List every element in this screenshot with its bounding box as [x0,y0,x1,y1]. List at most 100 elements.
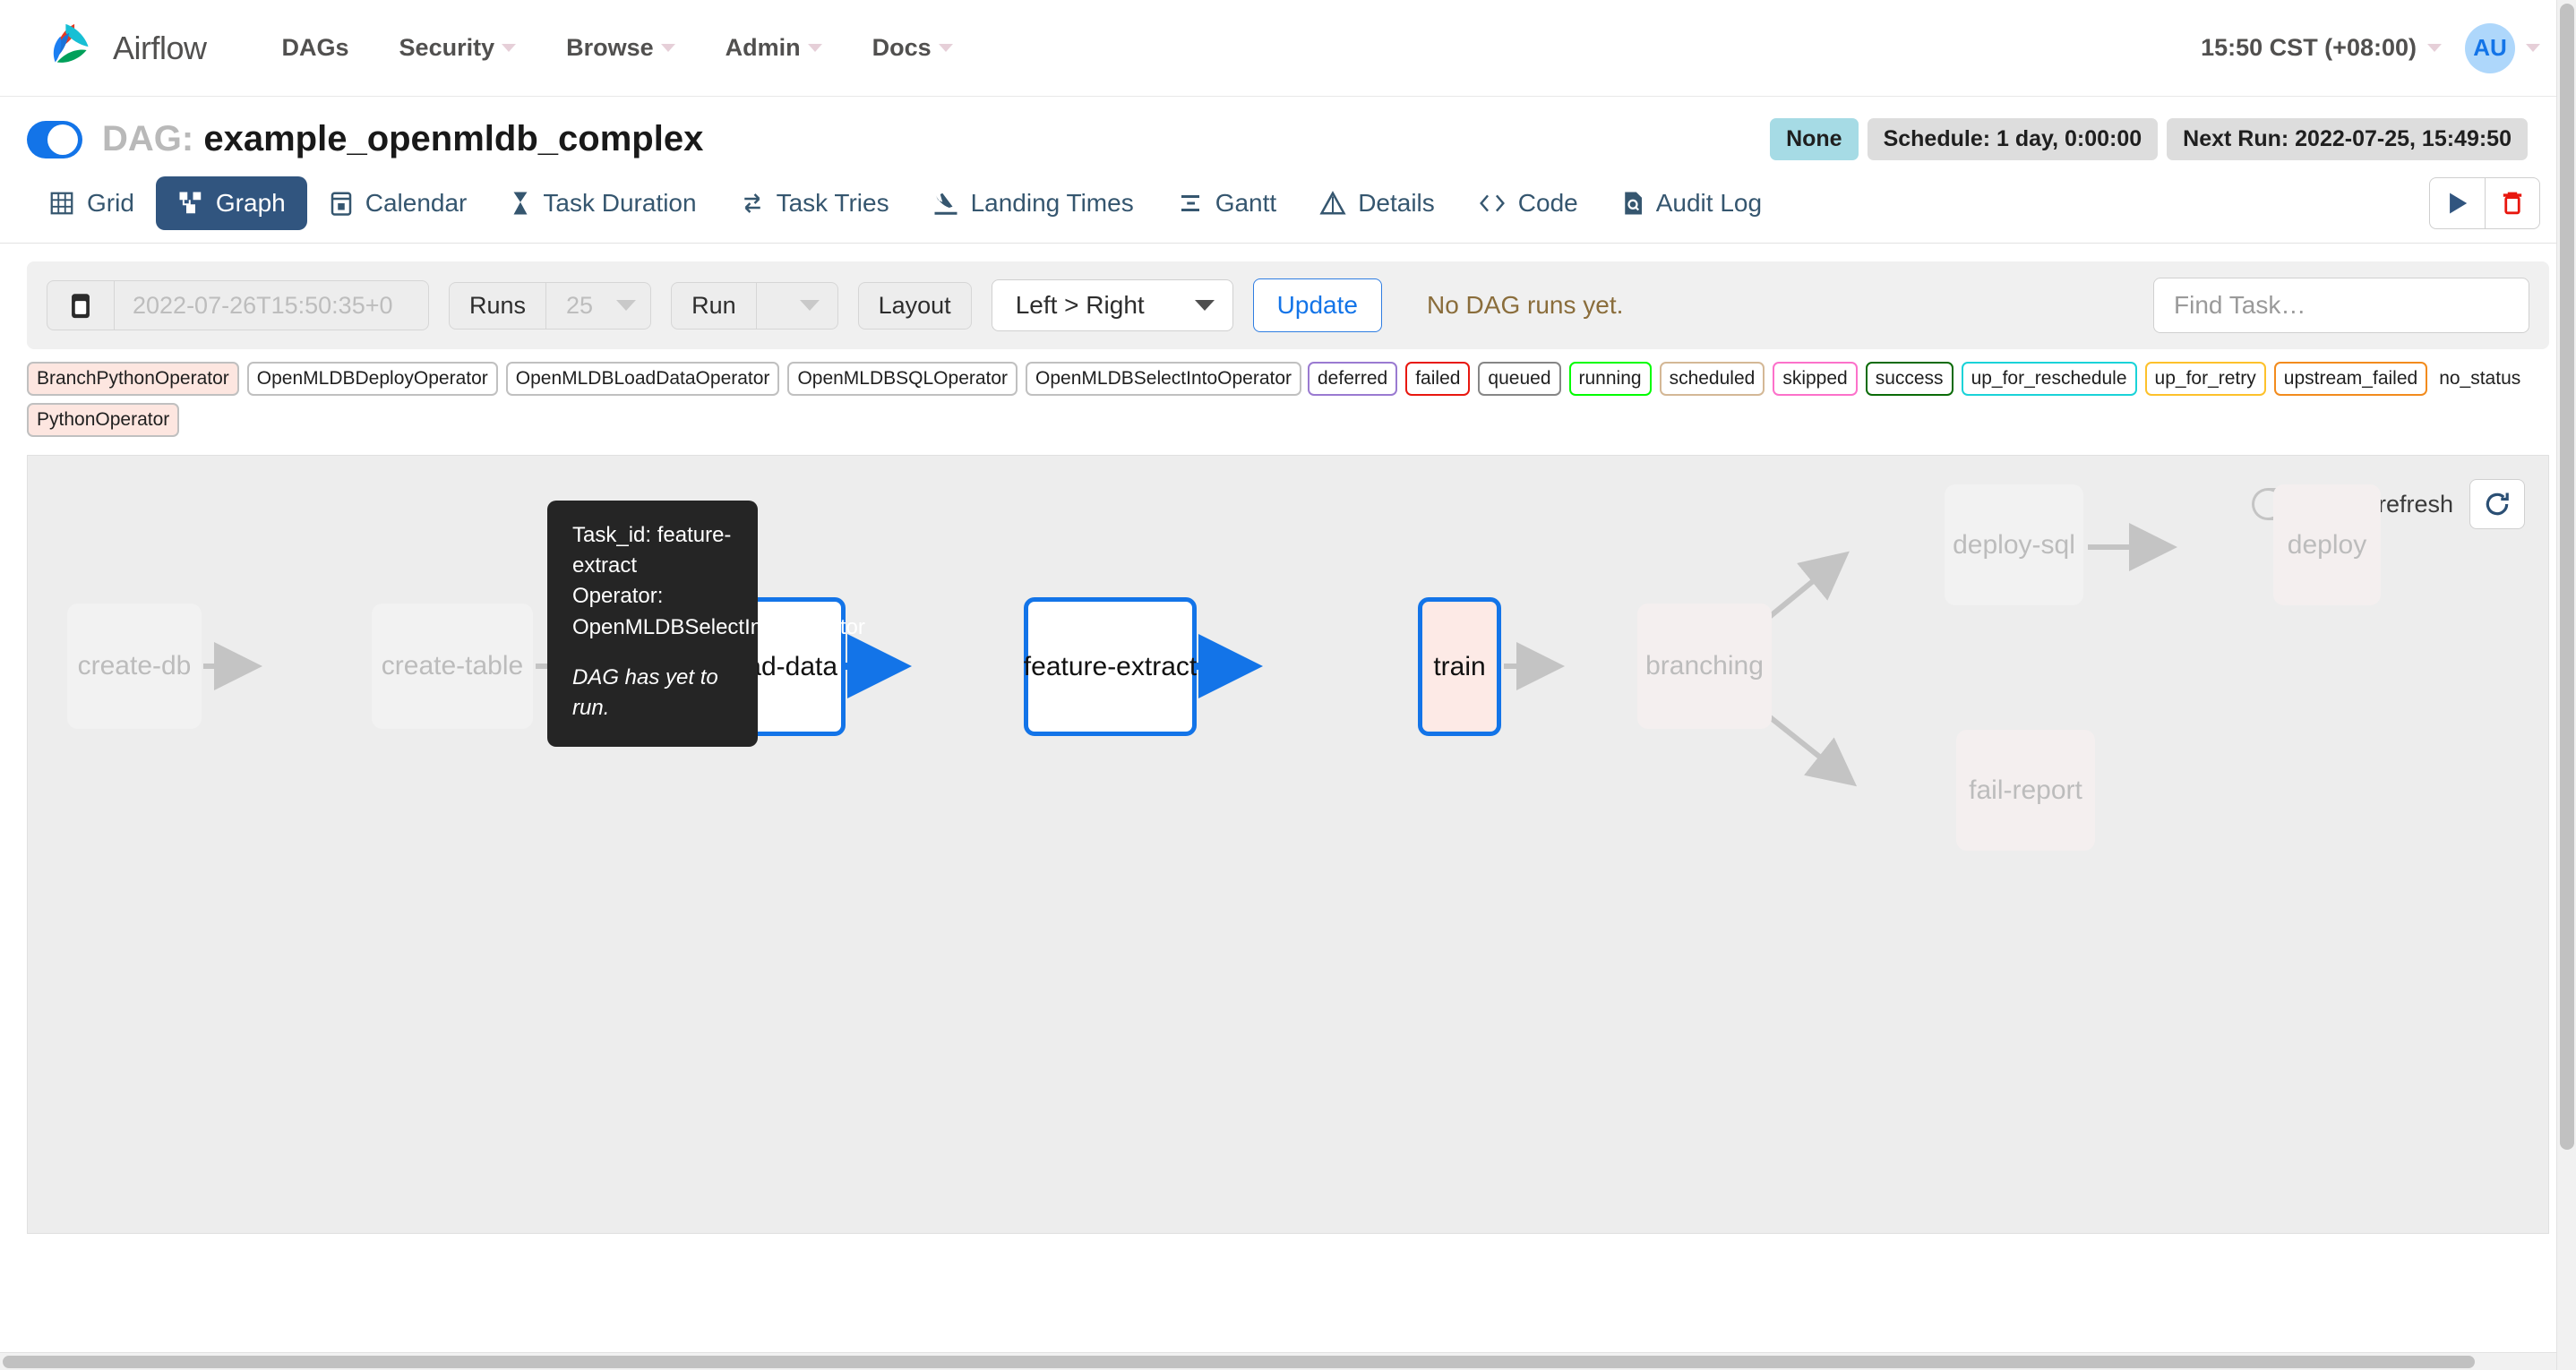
tab-gantt[interactable]: Gantt [1155,176,1298,230]
run-select[interactable] [757,283,837,329]
run-label: Run [691,291,736,319]
current-time: 15:50 CST (+08:00) [2201,34,2417,61]
horizontal-scrollbar-thumb[interactable] [3,1356,2475,1368]
tab-details[interactable]: Details [1298,176,1456,230]
dag-action-group [2429,177,2540,229]
graph-node-feature-extract[interactable]: feature-extract [1024,597,1197,737]
nav-item-browse[interactable]: Browse [541,25,700,71]
nav-item-admin[interactable]: Admin [700,25,847,71]
dag-graph-canvas[interactable]: Auto-refresh create-db create-table load… [27,455,2549,1235]
tab-landing-times[interactable]: Landing Times [911,176,1155,230]
graph-node-deploy-sql[interactable]: deploy-sql [1945,484,2083,606]
graph-node-deploy[interactable]: deploy [2273,484,2381,606]
hourglass-icon [513,192,528,215]
operator-chip[interactable]: BranchPythonOperator [27,362,239,397]
operator-chip[interactable]: PythonOperator [27,403,180,438]
status-chip-scheduled[interactable]: scheduled [1659,362,1765,397]
tab-task-tries[interactable]: Task Tries [718,176,911,230]
timezone-selector[interactable]: 15:50 CST (+08:00) [2201,34,2442,62]
brand-name: Airflow [113,29,207,66]
graph-node-branching[interactable]: branching [1637,604,1772,730]
nav-item-security[interactable]: Security [374,25,542,71]
status-chip-upstream-failed[interactable]: upstream_failed [2273,362,2428,397]
triangle-icon [1319,191,1346,215]
operator-chip[interactable]: OpenMLDBSelectIntoOperator [1026,362,1302,397]
run-group: Run [671,281,838,330]
grid-icon [50,192,73,215]
graph-filter-bar: 2022-07-26T15:50:35+0 Runs 25 Run Layout… [27,261,2549,349]
tab-label: Gantt [1215,189,1277,217]
tab-calendar[interactable]: Calendar [307,176,489,230]
brand-logo-link[interactable]: Airflow [48,21,207,76]
nav-label: Browse [566,34,654,61]
graph-node-train[interactable]: train [1418,597,1501,737]
vertical-scrollbar-thumb[interactable] [2560,4,2574,1150]
operator-chip[interactable]: OpenMLDBSQLOperator [787,362,1018,397]
status-legend: deferred failed queued running scheduled… [1308,362,2549,437]
execution-date-input[interactable]: 2022-07-26T15:50:35+0 [115,281,428,330]
graph-node-create-db[interactable]: create-db [67,604,202,730]
gantt-icon [1181,195,1199,211]
dag-pause-toggle[interactable] [27,120,82,158]
tab-label: Landing Times [970,189,1134,217]
chevron-down-icon [502,44,517,52]
status-badge: None [1770,118,1859,160]
runs-select[interactable]: 25 [546,283,650,329]
chevron-down-icon [799,300,820,311]
avatar: AU [2465,22,2515,73]
tab-code[interactable]: Code [1456,176,1600,230]
execution-date-group: 2022-07-26T15:50:35+0 [47,280,429,330]
status-chip-queued[interactable]: queued [1478,362,1561,397]
find-task-input[interactable]: Find Task… [2153,278,2529,333]
nav-item-dags[interactable]: DAGs [257,25,374,71]
chevron-down-icon [1194,300,1215,311]
graph-edges [203,523,2177,787]
tooltip-note: DAG has yet to run. [572,664,718,720]
layout-select[interactable]: Left > Right [991,279,1233,331]
update-button[interactable]: Update [1252,278,1382,332]
runs-group: Runs 25 [449,281,652,330]
graph-icon [179,192,202,214]
status-chip-no-status[interactable]: no_status [2435,362,2530,396]
next-run-badge: Next Run: 2022-07-25, 15:49:50 [2167,118,2528,160]
airflow-pinwheel-icon [53,23,89,63]
status-chip-failed[interactable]: failed [1405,362,1471,397]
tab-label: Code [1517,189,1578,217]
tab-audit-log[interactable]: Audit Log [1600,176,1783,230]
vertical-scrollbar[interactable] [2556,0,2576,1370]
status-chip-success[interactable]: success [1865,362,1953,397]
status-chip-skipped[interactable]: skipped [1773,362,1858,397]
horizontal-scrollbar[interactable] [0,1352,2556,1370]
operator-chip[interactable]: OpenMLDBLoadDataOperator [505,362,780,397]
top-navbar: Airflow DAGs Security Browse Admin Docs … [0,0,2576,97]
tab-task-duration[interactable]: Task Duration [488,176,717,230]
tab-label: Details [1358,189,1435,217]
calendar-picker-button[interactable] [47,281,114,330]
dag-tabbar: Grid Graph Calendar Task Duration Task T… [0,166,2576,244]
page-title: DAG: example_openmldb_complex [102,119,703,159]
chevron-down-icon [660,44,675,52]
status-chip-running[interactable]: running [1568,362,1652,397]
status-chip-up-for-reschedule[interactable]: up_for_reschedule [1961,362,2137,397]
dag-badge-group: None Schedule: 1 day, 0:00:00 Next Run: … [1770,118,2528,160]
status-chip-deferred[interactable]: deferred [1308,362,1398,397]
trigger-dag-button[interactable] [2429,177,2485,229]
tab-grid[interactable]: Grid [27,176,156,230]
layout-label: Layout [878,291,951,319]
operator-legend: BranchPythonOperator OpenMLDBDeployOpera… [27,362,1308,438]
nav-item-docs[interactable]: Docs [847,25,978,71]
chevron-down-icon [616,300,637,311]
trash-icon [2503,192,2522,215]
landing-icon [934,193,957,215]
graph-node-fail-report[interactable]: fail-report [1956,730,2095,852]
tab-label: Audit Log [1655,189,1763,217]
operator-chip[interactable]: OpenMLDBDeployOperator [246,362,498,397]
chevron-down-icon [938,44,953,52]
tab-graph[interactable]: Graph [155,176,307,230]
status-chip-up-for-retry[interactable]: up_for_retry [2144,362,2266,397]
user-menu[interactable]: AU [2465,22,2540,73]
tooltip-task-id: Task_id: feature-extract [572,523,732,578]
graph-node-create-table[interactable]: create-table [372,604,533,730]
nav-label: Docs [872,34,932,61]
delete-dag-button[interactable] [2485,177,2540,229]
